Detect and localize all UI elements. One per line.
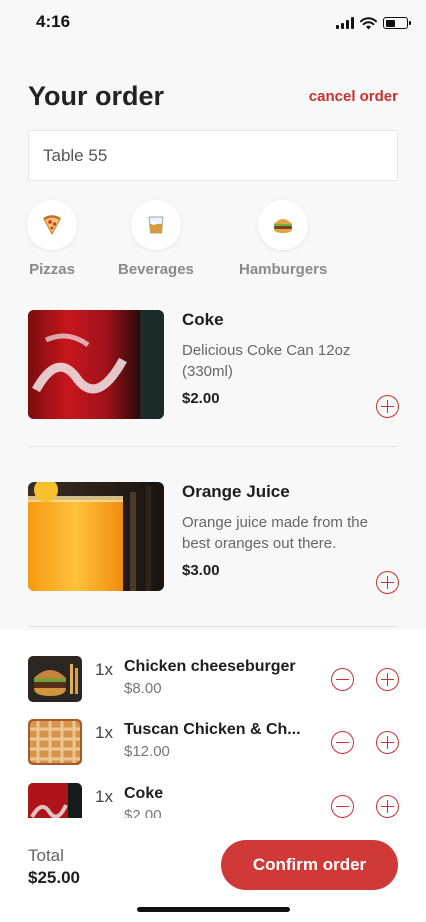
page-title: Your order (28, 80, 165, 111)
menu-item-orange-juice: Orange Juice Orange juice made from the … (28, 482, 399, 594)
cart-item-qty: 1x (95, 660, 113, 679)
coke-can-photo (28, 310, 164, 419)
category-label: Pizzas (29, 261, 75, 278)
increase-quantity-button[interactable] (376, 731, 399, 754)
pizza-icon (27, 200, 77, 250)
cart-list[interactable]: 1x Chicken cheeseburger $8.00 1x Tuscan … (0, 630, 426, 818)
total-value: $25.00 (28, 868, 80, 887)
cart-item-name: Coke (124, 785, 164, 802)
cart-item: 1x Coke $2.00 (0, 783, 426, 818)
beverage-glass-icon (130, 200, 181, 250)
decrease-quantity-button[interactable] (331, 795, 354, 818)
menu-item-description: Orange juice made from the best oranges … (182, 514, 368, 552)
wifi-icon (360, 16, 377, 29)
hamburger-icon (258, 200, 309, 250)
table-number-input[interactable] (28, 130, 398, 181)
cart-item-price: $12.00 (124, 743, 170, 760)
cart-item: 1x Chicken cheeseburger $8.00 (0, 656, 426, 704)
status-bar: 4:16 (0, 0, 426, 52)
status-icons (336, 16, 411, 30)
menu-item-coke: Coke Delicious Coke Can 12oz (330ml) $2.… (28, 310, 399, 420)
cart-item-price: $2.00 (124, 807, 162, 818)
increase-quantity-button[interactable] (376, 668, 399, 691)
category-hamburgers[interactable]: Hamburgers (239, 200, 327, 278)
menu-item-name: Coke (182, 310, 224, 329)
cart-item-name: Chicken cheeseburger (124, 658, 296, 675)
cart-item-price: $8.00 (124, 680, 162, 697)
divider (28, 626, 398, 627)
status-time: 4:16 (36, 12, 71, 31)
burger-photo (28, 656, 82, 702)
battery-icon (383, 17, 411, 29)
cart-panel: 1x Chicken cheeseburger $8.00 1x Tuscan … (0, 630, 426, 922)
menu-item-price: $2.00 (182, 390, 220, 407)
menu-item-info: Coke Delicious Coke Can 12oz (330ml) $2.… (182, 310, 382, 407)
coke-can-photo (28, 783, 82, 818)
category-label: Hamburgers (239, 261, 328, 278)
menu-item-price: $3.00 (182, 562, 220, 579)
divider (28, 446, 398, 447)
decrease-quantity-button[interactable] (331, 668, 354, 691)
menu-item-name: Orange Juice (182, 482, 290, 501)
cart-item-name: Tuscan Chicken & Ch... (124, 721, 301, 738)
cancel-order-link[interactable]: cancel order (309, 88, 398, 105)
header: Your order cancel order (28, 78, 398, 114)
cart-item: 1x Tuscan Chicken & Ch... $12.00 (0, 719, 426, 767)
pizza-photo (28, 719, 82, 765)
menu-item-description: Delicious Coke Can 12oz (330ml) (182, 342, 351, 380)
add-orange-juice-button[interactable] (376, 571, 399, 594)
menu-item-info: Orange Juice Orange juice made from the … (182, 482, 382, 579)
category-pizzas[interactable]: Pizzas (27, 200, 77, 278)
cart-item-qty: 1x (95, 723, 113, 742)
confirm-order-button[interactable]: Confirm order (221, 840, 398, 890)
decrease-quantity-button[interactable] (331, 731, 354, 754)
home-indicator (137, 907, 290, 912)
total-label: Total (28, 846, 64, 865)
cellular-signal-icon (336, 17, 354, 29)
increase-quantity-button[interactable] (376, 795, 399, 818)
category-beverages[interactable]: Beverages (118, 200, 194, 278)
category-label: Beverages (118, 261, 194, 278)
orange-juice-photo (28, 482, 164, 591)
add-coke-button[interactable] (376, 395, 399, 418)
cart-item-qty: 1x (95, 787, 113, 806)
